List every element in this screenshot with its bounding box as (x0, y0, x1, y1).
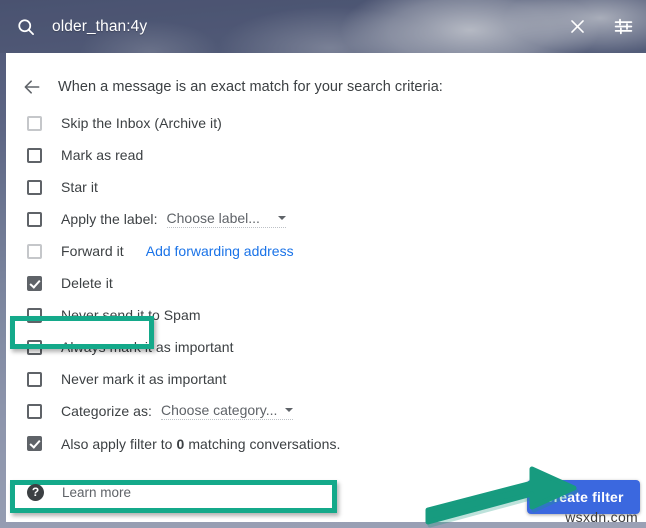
checkbox-categorize-as[interactable] (27, 403, 42, 419)
apply-existing-prefix: Also apply filter to (61, 435, 173, 452)
option-row-delete-it[interactable]: Delete it (6, 267, 646, 299)
option-label: Never mark it as important (61, 371, 227, 387)
checkbox-never-spam[interactable] (27, 307, 42, 323)
option-row-categorize-as[interactable]: Categorize as: Choose category... (6, 395, 646, 427)
apply-existing-suffix: matching conversations. (188, 435, 341, 452)
search-bar[interactable]: older_than:4y (0, 0, 646, 53)
choose-label-value: Choose label... (166, 210, 260, 226)
panel-header: When a message is an exact match for you… (6, 67, 646, 107)
choose-category-dropdown[interactable]: Choose category... (160, 402, 294, 420)
option-label: Never send it to Spam (61, 307, 201, 323)
search-input[interactable]: older_than:4y (52, 18, 554, 36)
search-options-icon[interactable] (600, 16, 646, 37)
apply-existing-count: 0 (176, 435, 185, 452)
checkbox-apply-label[interactable] (27, 211, 42, 227)
checkbox-always-important[interactable] (27, 339, 42, 355)
option-label: Delete it (61, 275, 113, 291)
option-row-apply-label[interactable]: Apply the label: Choose label... (6, 203, 646, 235)
option-label: Forward it (61, 243, 124, 259)
option-row-mark-as-read[interactable]: Mark as read (6, 139, 646, 171)
checkbox-skip-inbox[interactable] (27, 115, 42, 131)
checkbox-forward-it[interactable] (27, 243, 42, 259)
option-label: Always mark it as important (61, 339, 234, 355)
option-label: Apply the label: (61, 211, 158, 227)
option-row-star-it[interactable]: Star it (6, 171, 646, 203)
option-row-always-important[interactable]: Always mark it as important (6, 331, 646, 363)
help-question-icon: ? (27, 484, 44, 501)
option-label: Mark as read (61, 147, 144, 163)
option-row-never-important[interactable]: Never mark it as important (6, 363, 646, 395)
checkbox-never-important[interactable] (27, 371, 42, 387)
checkbox-mark-as-read[interactable] (27, 147, 42, 163)
option-label: Star it (61, 179, 98, 195)
option-row-apply-to-existing[interactable]: Also apply filter to 0 matching conversa… (6, 427, 646, 460)
learn-more-link[interactable]: ? Learn more (27, 484, 131, 501)
panel-footer: ? Learn more Create filter (6, 476, 646, 522)
watermark: wsxdn.com (565, 509, 638, 525)
search-icon[interactable] (0, 17, 52, 37)
choose-category-value: Choose category... (160, 402, 278, 418)
back-arrow-icon[interactable] (6, 77, 58, 97)
checkbox-star-it[interactable] (27, 179, 42, 195)
checkbox-apply-to-existing[interactable] (27, 436, 42, 451)
option-row-never-spam[interactable]: Never send it to Spam (6, 299, 646, 331)
option-label: Skip the Inbox (Archive it) (61, 115, 222, 131)
filter-action-list: Skip the Inbox (Archive it) Mark as read… (6, 107, 646, 513)
option-row-forward-it[interactable]: Forward it Add forwarding address (6, 235, 646, 267)
choose-label-dropdown[interactable]: Choose label... (166, 210, 286, 228)
checkbox-delete-it[interactable] (27, 275, 42, 291)
close-icon[interactable] (554, 17, 600, 36)
page-title: When a message is an exact match for you… (58, 79, 443, 95)
option-row-skip-inbox[interactable]: Skip the Inbox (Archive it) (6, 107, 646, 139)
learn-more-label: Learn more (62, 485, 132, 500)
option-label: Categorize as: (61, 403, 152, 419)
chevron-down-icon (277, 216, 286, 220)
chevron-down-icon (285, 408, 294, 412)
filter-settings-panel: When a message is an exact match for you… (6, 53, 646, 522)
add-forwarding-address-link[interactable]: Add forwarding address (146, 243, 294, 259)
